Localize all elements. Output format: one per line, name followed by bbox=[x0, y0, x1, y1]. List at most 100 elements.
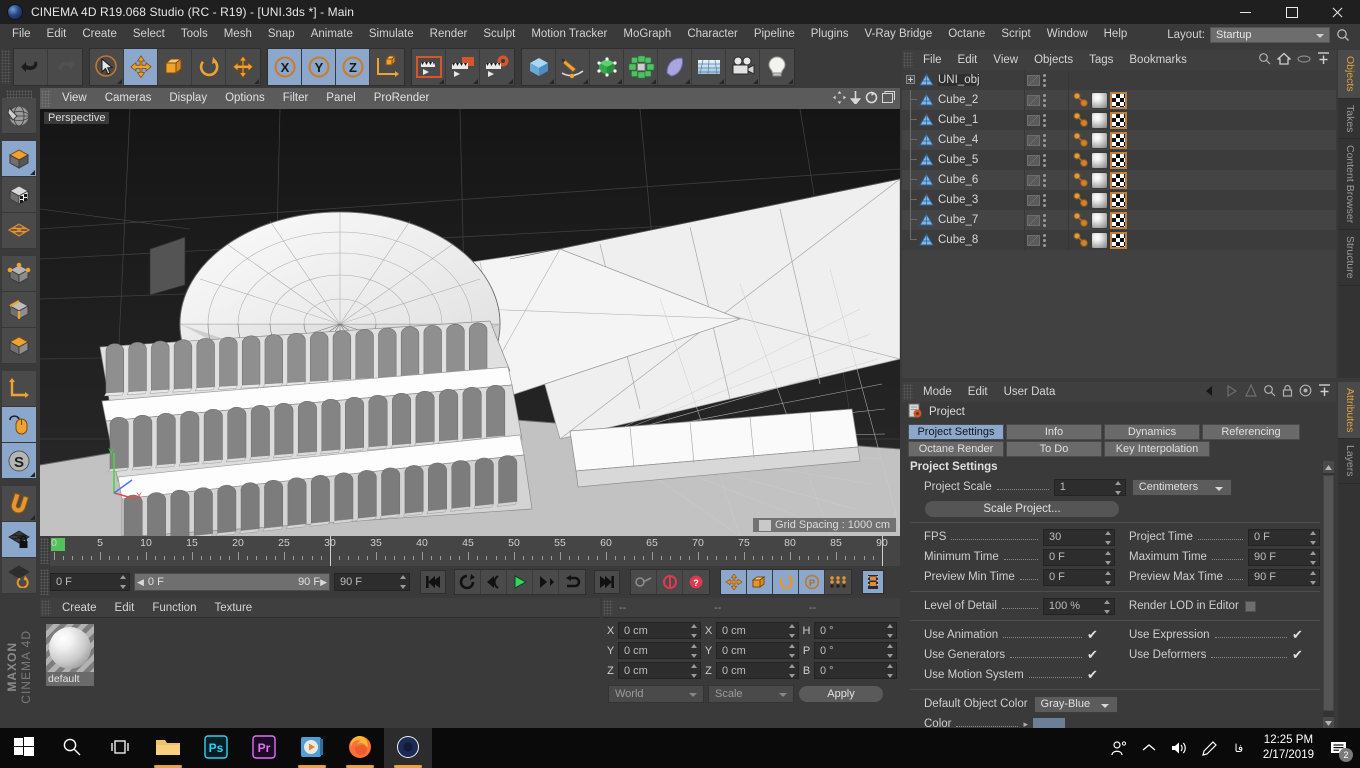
rotate-button[interactable] bbox=[192, 48, 226, 85]
table-row[interactable]: Cube_3 bbox=[902, 190, 1336, 210]
add-nurbs-button[interactable] bbox=[590, 48, 624, 85]
rotation-p-field[interactable]: 0 ° bbox=[814, 642, 897, 659]
menu-item-window[interactable]: Window bbox=[1039, 24, 1096, 45]
menu-item-help[interactable]: Help bbox=[1096, 24, 1136, 45]
workplane-lock-button[interactable] bbox=[2, 522, 36, 558]
current-frame-spinner[interactable] bbox=[118, 575, 127, 589]
texture-tag-icon[interactable] bbox=[1110, 191, 1127, 209]
enable-dots-icon[interactable] bbox=[1043, 153, 1046, 167]
material-tag-icon[interactable] bbox=[1091, 171, 1108, 189]
back-arrow-icon[interactable] bbox=[1205, 385, 1219, 400]
checkbox-use-expression[interactable]: ✔ bbox=[1292, 628, 1320, 641]
move-button[interactable] bbox=[124, 48, 158, 85]
material-menu-edit[interactable]: Edit bbox=[106, 598, 144, 618]
menu-item-edit[interactable]: Edit bbox=[39, 24, 75, 45]
go-to-end-button[interactable] bbox=[594, 570, 620, 594]
texture-tag-icon[interactable] bbox=[1110, 151, 1127, 169]
live-selection-button[interactable] bbox=[90, 48, 124, 85]
attribute-menu-mode[interactable]: Mode bbox=[915, 382, 960, 402]
minimize-button[interactable] bbox=[1222, 0, 1268, 24]
lock-x-button[interactable]: X bbox=[268, 48, 302, 85]
phong-tag-icon[interactable] bbox=[1073, 152, 1089, 169]
viewport-menu-panel[interactable]: Panel bbox=[317, 88, 364, 109]
table-row[interactable]: Cube_2 bbox=[902, 90, 1336, 110]
texture-tag-icon[interactable] bbox=[1110, 131, 1127, 149]
add-cube-button[interactable] bbox=[522, 48, 556, 85]
lock-icon[interactable] bbox=[1282, 384, 1293, 400]
notifications-button[interactable]: 2 bbox=[1324, 728, 1354, 768]
workplane-mode-button[interactable] bbox=[2, 213, 36, 249]
menu-item-select[interactable]: Select bbox=[125, 24, 173, 45]
material-tag-icon[interactable] bbox=[1091, 211, 1108, 229]
texture-tag-icon[interactable] bbox=[1110, 171, 1127, 189]
maximize-viewport-icon[interactable] bbox=[882, 90, 895, 107]
model-mode-button[interactable] bbox=[2, 141, 36, 177]
volume-icon[interactable] bbox=[1165, 728, 1193, 768]
material-tag-icon[interactable] bbox=[1091, 131, 1108, 149]
size-spinner[interactable] bbox=[787, 644, 796, 658]
object-tree-cell[interactable]: Cube_2 bbox=[902, 90, 1024, 110]
material-tag-icon[interactable] bbox=[1091, 231, 1108, 249]
scroll-up-arrow-icon[interactable] bbox=[1323, 461, 1334, 473]
key-param-button[interactable]: P bbox=[799, 570, 825, 594]
key-position-button[interactable] bbox=[721, 570, 747, 594]
visibility-toggle-icon[interactable] bbox=[1027, 114, 1040, 126]
visibility-toggle-icon[interactable] bbox=[1027, 74, 1040, 86]
enable-dots-icon[interactable] bbox=[1043, 193, 1046, 207]
texture-tag-icon[interactable] bbox=[1110, 231, 1127, 249]
size-mode-dropdown[interactable]: Scale bbox=[708, 685, 794, 703]
edges-mode-button[interactable] bbox=[2, 292, 36, 328]
object-menu-edit[interactable]: Edit bbox=[950, 50, 986, 70]
object-menu-view[interactable]: View bbox=[985, 50, 1026, 70]
lod-field[interactable]: 100 % bbox=[1042, 597, 1115, 615]
phong-tag-icon[interactable] bbox=[1073, 112, 1089, 129]
coordinates-grip[interactable] bbox=[603, 599, 613, 616]
key-rotation-button[interactable] bbox=[773, 570, 799, 594]
range-right-arrow-icon[interactable]: ▶ bbox=[320, 577, 327, 588]
menu-search-icon[interactable] bbox=[1334, 26, 1354, 44]
render-settings-button[interactable] bbox=[480, 48, 514, 85]
object-manager-grip[interactable] bbox=[903, 52, 913, 68]
object-visibility-cell[interactable] bbox=[1024, 190, 1069, 210]
render-view-button[interactable] bbox=[412, 48, 446, 85]
menu-item-motion-tracker[interactable]: Motion Tracker bbox=[523, 24, 615, 45]
enable-dots-icon[interactable] bbox=[1043, 233, 1046, 247]
key-pla-button[interactable] bbox=[825, 570, 851, 594]
table-row[interactable]: Cube_1 bbox=[902, 110, 1336, 130]
attribute-menu-user-data[interactable]: User Data bbox=[996, 382, 1064, 402]
menu-item-mesh[interactable]: Mesh bbox=[216, 24, 260, 45]
texture-tag-icon[interactable] bbox=[1110, 91, 1127, 109]
tab-octane-render[interactable]: Octane Render bbox=[908, 441, 1004, 457]
menu-item-pipeline[interactable]: Pipeline bbox=[746, 24, 803, 45]
add-light-button[interactable] bbox=[760, 48, 794, 85]
menu-item-octane[interactable]: Octane bbox=[940, 24, 993, 45]
lod-spinner[interactable] bbox=[1103, 599, 1112, 614]
object-tree-cell[interactable]: Cube_5 bbox=[902, 150, 1024, 170]
vertical-tab-content-browser[interactable]: Content Browser bbox=[1338, 139, 1360, 231]
table-row[interactable]: Cube_4 bbox=[902, 130, 1336, 150]
end-frame-field[interactable]: 90 F bbox=[334, 573, 410, 591]
premiere-button[interactable]: Pr bbox=[240, 728, 288, 768]
object-tags-cell[interactable] bbox=[1069, 191, 1127, 209]
timeline-filmstrip-button[interactable] bbox=[862, 570, 884, 594]
pen-icon[interactable] bbox=[1195, 728, 1223, 768]
tab-referencing[interactable]: Referencing bbox=[1202, 424, 1300, 440]
object-tags-cell[interactable] bbox=[1069, 131, 1127, 149]
size-y-field[interactable]: 0 cm bbox=[716, 642, 799, 659]
key-scale-button[interactable] bbox=[747, 570, 773, 594]
material-menu-create[interactable]: Create bbox=[53, 598, 106, 618]
object-tree-cell[interactable]: Cube_8 bbox=[902, 230, 1024, 250]
table-row[interactable]: UNI_obj bbox=[902, 70, 1336, 90]
object-tags-cell[interactable] bbox=[1069, 171, 1127, 189]
add-camera-button[interactable] bbox=[726, 48, 760, 85]
object-tags-cell[interactable] bbox=[1069, 151, 1127, 169]
object-visibility-cell[interactable] bbox=[1024, 70, 1069, 90]
search-icon[interactable] bbox=[1258, 52, 1271, 68]
rotation-spinner[interactable] bbox=[885, 664, 894, 678]
vertical-tab-objects[interactable]: Objects bbox=[1338, 50, 1360, 99]
firefox-button[interactable] bbox=[336, 728, 384, 768]
lock-z-button[interactable]: Z bbox=[336, 48, 370, 85]
autokeying-button[interactable] bbox=[657, 570, 683, 594]
step-forward-button[interactable] bbox=[533, 570, 559, 594]
object-menu-tags[interactable]: Tags bbox=[1081, 50, 1121, 70]
